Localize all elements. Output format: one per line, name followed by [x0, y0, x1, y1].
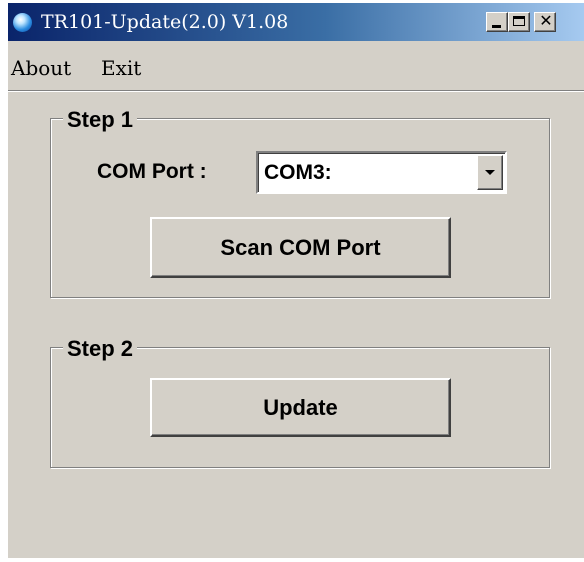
- window-title: TR101-Update(2.0) V1.08: [41, 11, 289, 33]
- minimize-icon: [492, 25, 501, 28]
- step2-label: Step 2: [63, 336, 138, 362]
- close-button[interactable]: ✕: [534, 11, 556, 32]
- menu-item-exit[interactable]: Exit: [101, 56, 141, 80]
- com-port-value: COM3:: [264, 161, 332, 184]
- minimize-button[interactable]: [486, 12, 508, 32]
- com-port-dropdown-button[interactable]: [477, 155, 503, 190]
- menu-bar: About Exit: [8, 41, 584, 91]
- com-port-label: COM Port :: [97, 160, 207, 183]
- menu-separator: [8, 90, 584, 92]
- com-port-select[interactable]: COM3:: [256, 151, 507, 194]
- update-button[interactable]: Update: [150, 378, 451, 437]
- step1-label: Step 1: [63, 107, 138, 133]
- menu-item-about[interactable]: About: [11, 56, 71, 80]
- maximize-icon: [513, 16, 525, 26]
- chevron-down-icon: [485, 170, 495, 175]
- close-icon: ✕: [539, 11, 553, 30]
- title-bar[interactable]: TR101-Update(2.0) V1.08 ✕: [8, 3, 584, 41]
- scan-com-port-button[interactable]: Scan COM Port: [150, 217, 451, 278]
- app-window: TR101-Update(2.0) V1.08 ✕ About Exit Ste…: [8, 3, 584, 558]
- app-orb-icon[interactable]: [13, 13, 32, 32]
- maximize-button[interactable]: [508, 12, 530, 32]
